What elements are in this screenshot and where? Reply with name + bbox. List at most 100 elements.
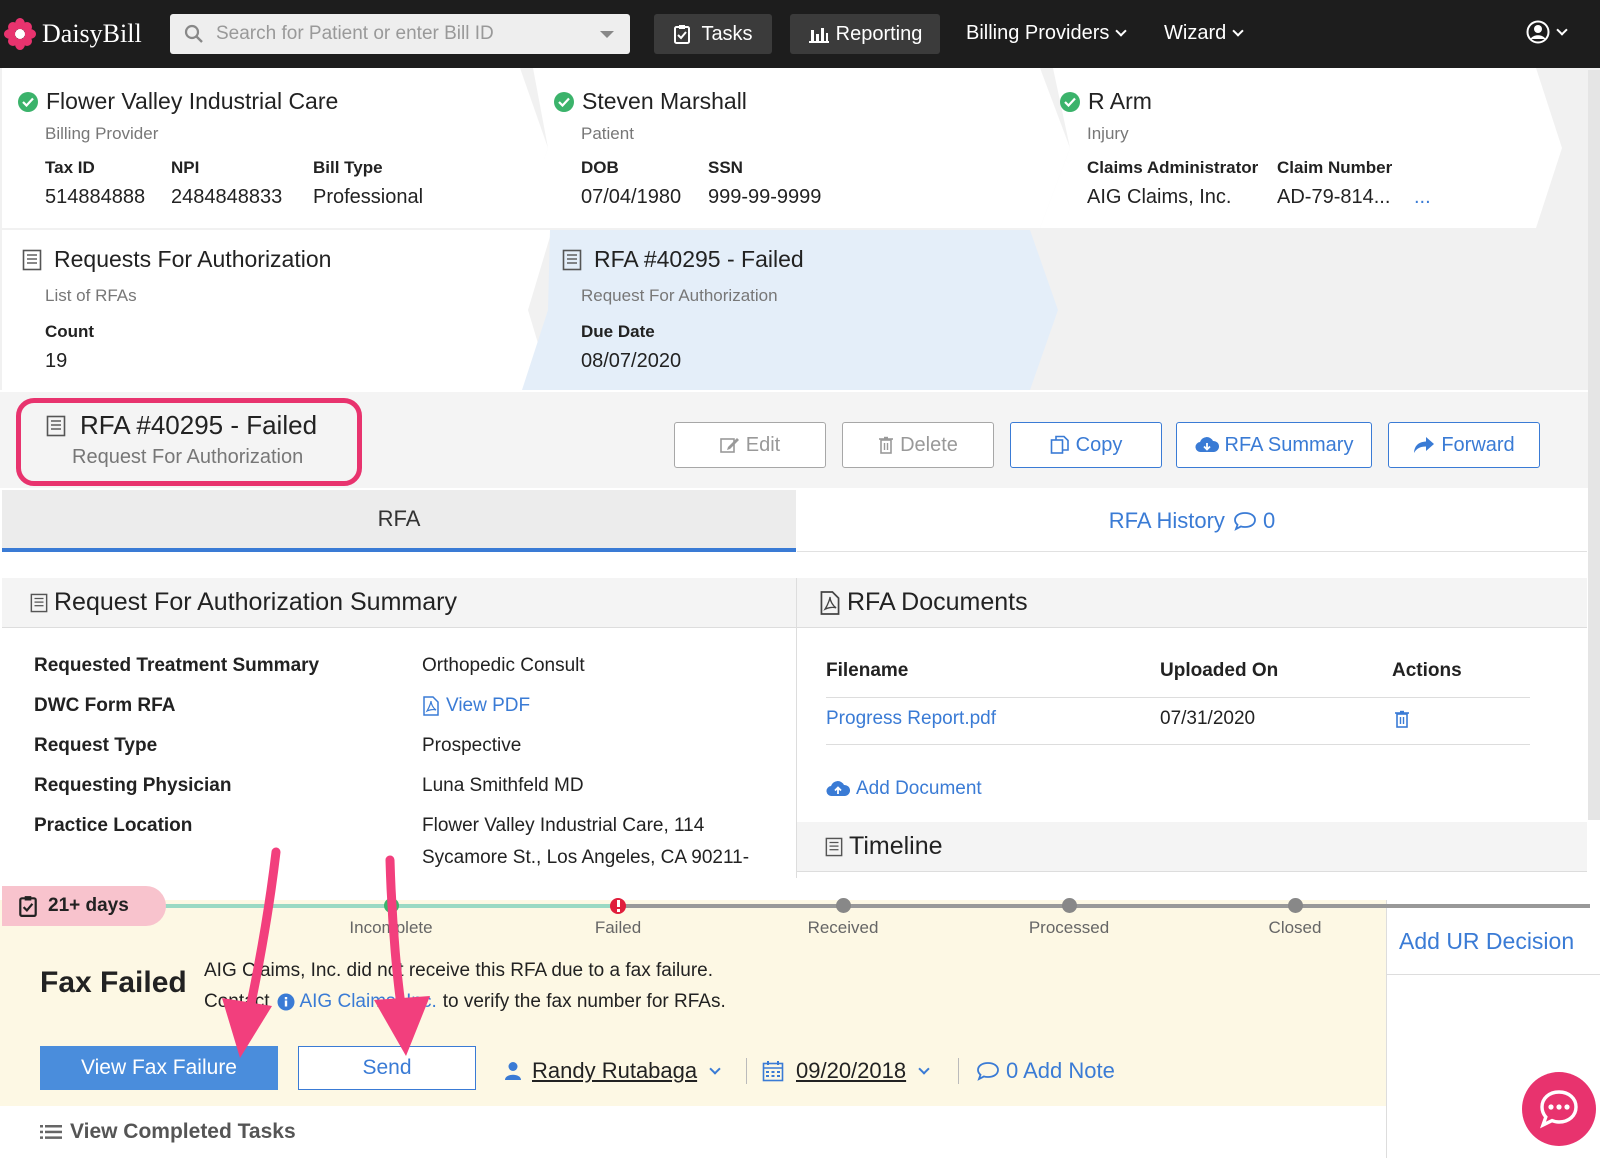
divider: [826, 697, 1530, 698]
summary-title: Request For Authorization Summary: [54, 588, 457, 616]
daisy-icon: [4, 18, 36, 50]
tasks-label: Tasks: [701, 22, 753, 45]
wizard-label: Wizard: [1164, 22, 1227, 44]
page-title: RFA #40295 - Failed: [80, 410, 318, 440]
wizard-menu[interactable]: Wizard: [1164, 22, 1244, 45]
patient-sub: Patient: [581, 124, 634, 143]
view-fax-failure-button[interactable]: View Fax Failure: [40, 1046, 278, 1090]
brand-name: DaisyBill: [42, 19, 142, 48]
chevron-down-icon: [1115, 25, 1128, 37]
document-list-icon: [22, 249, 42, 270]
brand-logo[interactable]: DaisyBill: [4, 18, 142, 50]
add-ur-decision-link[interactable]: Add UR Decision: [1399, 928, 1574, 955]
edit-button[interactable]: Edit: [674, 422, 826, 468]
step-label: Processed: [1028, 918, 1110, 937]
add-note-button[interactable]: 0 Add Note: [976, 1058, 1115, 1084]
row-label: Requested Treatment Summary: [34, 655, 320, 676]
delete-button[interactable]: Delete: [842, 422, 994, 468]
rfa-list-title: Requests For Authorization: [54, 246, 332, 272]
progress-track-done: [140, 904, 620, 908]
add-document-button[interactable]: Add Document: [826, 778, 982, 800]
rfa-summary-label: RFA Summary: [1224, 433, 1354, 456]
npi-value: 2484848833: [171, 186, 283, 208]
fax-message-contact: Contact AIG Claims, Inc. to verify the f…: [204, 991, 726, 1013]
step-label: Received: [807, 918, 879, 937]
forward-button[interactable]: Forward: [1388, 422, 1540, 468]
rfa-list-sub: List of RFAs: [45, 286, 137, 305]
step-dot: [1288, 898, 1303, 913]
tab-rfa[interactable]: RFA: [2, 490, 796, 552]
provider-sub: Billing Provider: [45, 124, 159, 143]
timeline-title: Timeline: [849, 832, 943, 860]
claims-admin-link[interactable]: AIG Claims, Inc.: [299, 991, 436, 1013]
divider: [826, 744, 1530, 745]
claim-number-label: Claim Number: [1277, 158, 1393, 177]
tab-rfa-history[interactable]: RFA History 0: [797, 490, 1587, 552]
user-circle-icon: [1526, 20, 1550, 44]
add-note-label: 0 Add Note: [1006, 1058, 1115, 1083]
rfa-header: RFA #40295 - Failed Request For Authoriz…: [0, 392, 1600, 488]
send-button[interactable]: Send: [298, 1046, 476, 1090]
info-icon: [277, 993, 295, 1011]
assignee-name: Randy Rutabaga: [532, 1058, 698, 1083]
search-icon: [184, 24, 203, 43]
search-input[interactable]: [216, 23, 596, 45]
days-label: 21+ days: [48, 895, 129, 916]
copy-label: Copy: [1075, 433, 1123, 456]
clipboard-check-icon: [674, 25, 691, 44]
view-pdf-link[interactable]: View PDF: [422, 695, 530, 717]
tab-rfa-label: RFA: [377, 506, 421, 531]
reporting-button[interactable]: Reporting: [790, 14, 940, 54]
due-date-dropdown[interactable]: 09/20/2018: [762, 1058, 930, 1084]
cloud-download-icon: [1195, 437, 1219, 453]
row-value: Prospective: [422, 735, 522, 756]
row-value: Orthopedic Consult: [422, 655, 585, 676]
step-dot: [836, 898, 851, 913]
edit-label: Edit: [745, 433, 781, 456]
ssn-label: SSN: [708, 158, 743, 177]
divider: [746, 1058, 747, 1084]
spacer: [0, 552, 1600, 578]
user-menu[interactable]: [1526, 20, 1568, 44]
count-label: Count: [45, 322, 95, 341]
claim-more-link[interactable]: ...: [1414, 186, 1431, 209]
fax-message: AIG Claims, Inc. did not receive this RF…: [204, 960, 714, 981]
step-label: Closed: [1268, 918, 1322, 937]
col-actions: Actions: [1392, 660, 1462, 681]
tab-history-count: 0: [1262, 507, 1276, 533]
page-subtitle: Request For Authorization: [72, 446, 304, 468]
view-completed-tasks-button[interactable]: View Completed Tasks: [40, 1120, 296, 1144]
document-date: 07/31/2020: [1160, 708, 1256, 729]
check-circle-icon: [554, 91, 574, 112]
edit-icon: [719, 438, 739, 453]
tasks-button[interactable]: Tasks: [654, 14, 772, 54]
row-label: DWC Form RFA: [34, 695, 176, 716]
user-icon: [505, 1062, 521, 1080]
check-circle-icon: [1060, 91, 1080, 112]
billing-providers-menu[interactable]: Billing Providers: [966, 22, 1128, 45]
document-list-icon: [46, 415, 66, 436]
document-list-icon: [30, 593, 48, 612]
pdf-icon: [423, 696, 439, 716]
contact-text-post: to verify the fax number for RFAs.: [442, 991, 726, 1012]
chevron-down-icon[interactable]: [600, 31, 614, 38]
divider: [958, 1058, 959, 1084]
document-link[interactable]: Progress Report.pdf: [826, 708, 996, 730]
provider-name: Flower Valley Industrial Care: [46, 88, 339, 114]
documents-header: RFA Documents: [797, 578, 1587, 628]
summary-header: Request For Authorization Summary: [2, 578, 796, 628]
chat-button[interactable]: [1522, 1072, 1596, 1146]
bill-type-value: Professional: [313, 186, 424, 208]
list-icon: [40, 1125, 62, 1139]
copy-button[interactable]: Copy: [1010, 422, 1162, 468]
reporting-label: Reporting: [835, 22, 923, 45]
npi-label: NPI: [171, 158, 200, 177]
row-label: Practice Location: [34, 815, 193, 836]
assignee-dropdown[interactable]: Randy Rutabaga: [504, 1058, 721, 1084]
bill-type-label: Bill Type: [313, 158, 383, 177]
pdf-icon: [820, 590, 840, 615]
scrollbar[interactable]: [1588, 70, 1600, 820]
rfa-summary-button[interactable]: RFA Summary: [1176, 422, 1372, 468]
trash-icon[interactable]: [1394, 710, 1410, 733]
search-box[interactable]: [170, 14, 630, 54]
